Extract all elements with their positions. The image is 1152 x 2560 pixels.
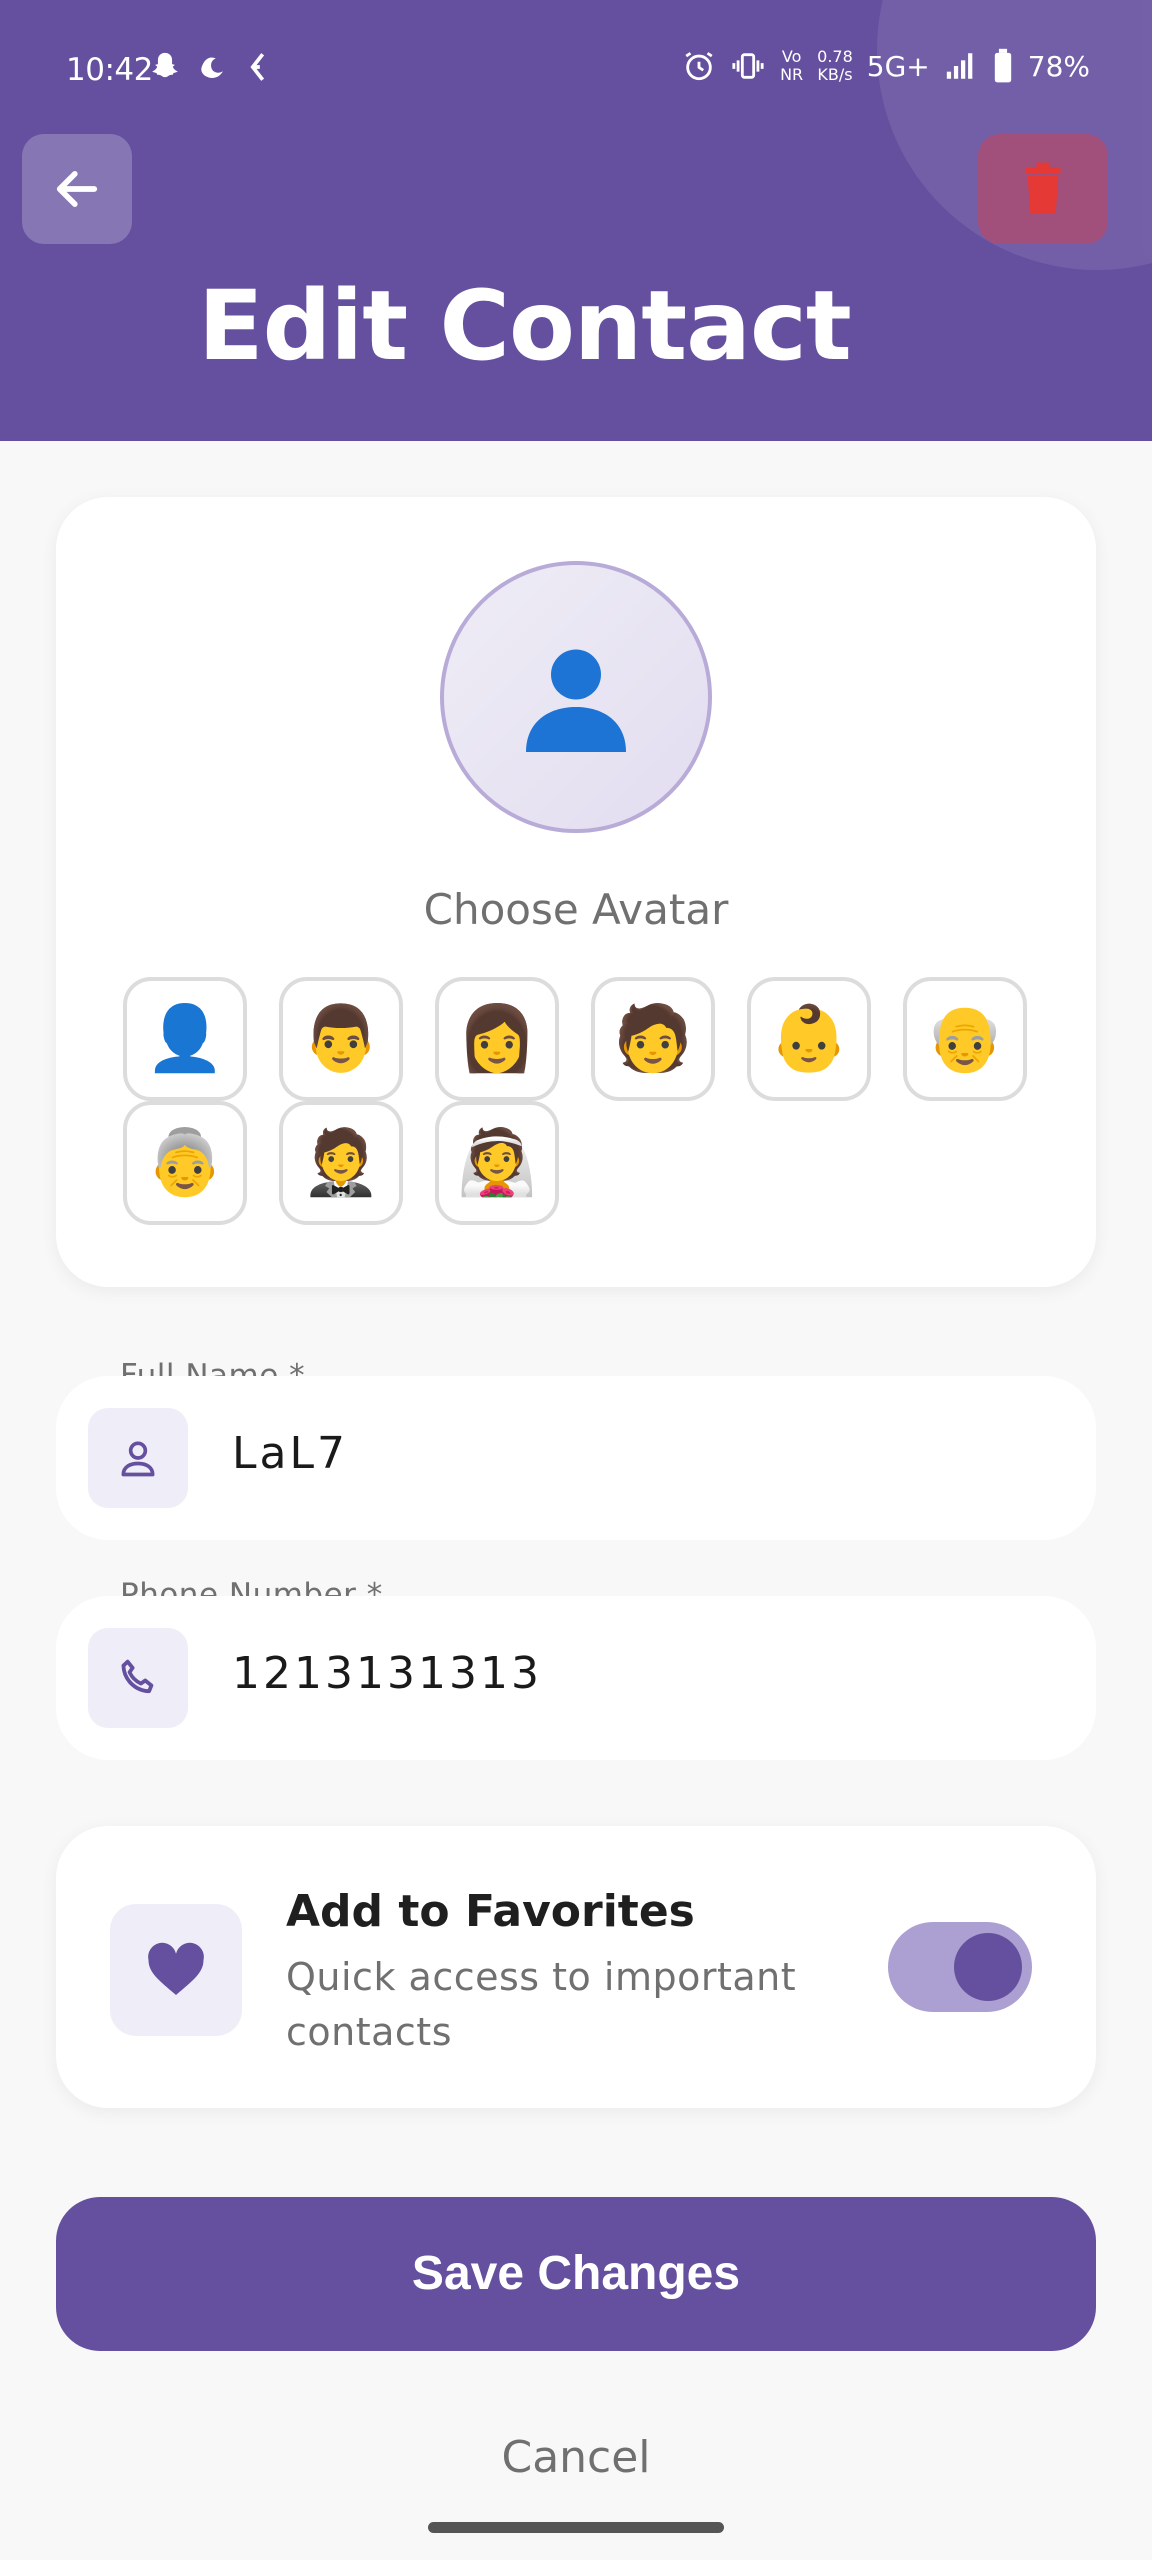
favorites-card: Add to Favorites Quick access to importa… <box>56 1826 1096 2108</box>
cancel-button[interactable]: Cancel <box>0 2432 1152 2483</box>
back-button[interactable] <box>22 134 132 244</box>
favorites-subtitle: Quick access to important contacts <box>286 1955 797 2054</box>
network-speed: 0.78 KB/s <box>817 47 853 84</box>
avatar-option-man[interactable]: 👨 <box>279 977 403 1101</box>
phone-input[interactable]: 1213131313 <box>232 1648 1052 1699</box>
edit-contact-screen: 10:42 Vo NR 0.78 KB/s 5G+ 78% Edit Conta… <box>0 0 1152 2560</box>
vo-nr-indicator: Vo NR <box>780 47 804 84</box>
page-title: Edit Contact <box>198 270 852 382</box>
person-icon <box>121 1441 155 1477</box>
avatar-option-old-man[interactable]: 👴 <box>903 977 1027 1101</box>
toggle-knob <box>954 1933 1022 2001</box>
status-bar: 10:42 Vo NR 0.78 KB/s 5G+ 78% <box>0 38 1152 100</box>
favorites-icon-box <box>110 1904 242 2036</box>
delete-button[interactable] <box>978 134 1108 244</box>
avatar-option-groom[interactable]: 🤵 <box>279 1101 403 1225</box>
avatar-option-bride[interactable]: 👰 <box>435 1101 559 1225</box>
full-name-field[interactable]: LaL7 <box>56 1376 1096 1540</box>
network-type: 5G+ <box>866 49 930 83</box>
phone-icon <box>121 1659 154 1694</box>
battery-percent: 78% <box>1027 49 1090 83</box>
trash-icon <box>1025 162 1061 214</box>
avatar-option-default[interactable]: 👤 <box>123 977 247 1101</box>
save-button[interactable]: Save Changes <box>56 2197 1096 2351</box>
full-name-input[interactable]: LaL7 <box>232 1428 1052 1479</box>
notification-icons <box>148 50 270 84</box>
vibrate-icon <box>732 53 764 79</box>
favorites-toggle[interactable] <box>888 1922 1032 2012</box>
arrow-left-icon <box>56 171 98 207</box>
phone-field[interactable]: 1213131313 <box>56 1596 1096 1760</box>
avatar-options: 👤 👨 👩 🧑 👶 👴 👵 🤵 👰 <box>123 977 1043 1225</box>
avatar-option-baby[interactable]: 👶 <box>747 977 871 1101</box>
field-icon-box <box>88 1628 188 1728</box>
person-silhouette-icon <box>526 649 626 752</box>
status-time: 10:42 <box>66 52 153 88</box>
status-right-icons: Vo NR 0.78 KB/s 5G+ 78% <box>682 48 1090 84</box>
choose-avatar-label: Choose Avatar <box>423 885 729 934</box>
avatar-option-woman[interactable]: 👩 <box>435 977 559 1101</box>
header: 10:42 Vo NR 0.78 KB/s 5G+ 78% Edit Conta… <box>0 0 1152 441</box>
battery-icon <box>994 48 1011 83</box>
signal-icon <box>946 53 973 79</box>
avatar-card: Choose Avatar 👤 👨 👩 🧑 👶 👴 👵 🤵 👰 <box>56 497 1096 1287</box>
favorites-title: Add to Favorites <box>286 1886 695 1937</box>
alarm-icon <box>685 52 713 81</box>
heart-icon <box>148 1942 204 1995</box>
home-indicator[interactable] <box>428 2522 724 2533</box>
avatar-option-person[interactable]: 🧑 <box>591 977 715 1101</box>
field-icon-box <box>88 1408 188 1508</box>
snapchat-icon <box>152 52 178 78</box>
avatar-option-old-woman[interactable]: 👵 <box>123 1101 247 1225</box>
avatar-preview[interactable] <box>440 561 712 833</box>
app-icon <box>201 57 223 79</box>
messenger-icon <box>250 53 265 81</box>
